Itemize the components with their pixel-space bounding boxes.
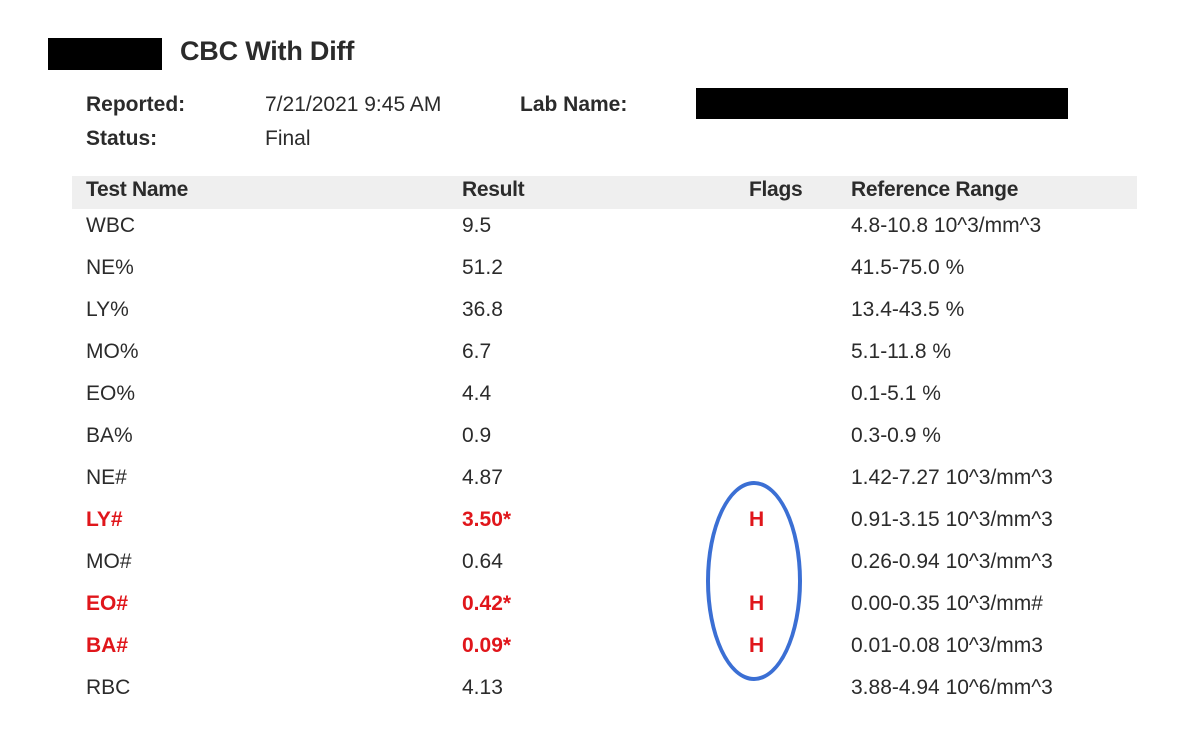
header-flags: Flags bbox=[749, 178, 803, 201]
reference-range: 5.1-11.8 % bbox=[851, 340, 952, 363]
table-row: NE% 51.2 41.5-75.0 % bbox=[0, 256, 1200, 298]
test-result: 51.2 bbox=[462, 256, 503, 279]
test-name: LY# bbox=[86, 508, 123, 531]
reference-range: 41.5-75.0 % bbox=[851, 256, 965, 279]
report-title: CBC With Diff bbox=[180, 36, 355, 66]
reference-range: 3.88-4.94 10^6/mm^3 bbox=[851, 676, 1053, 699]
table-row: NE# 4.87 1.42-7.27 10^3/mm^3 bbox=[0, 466, 1200, 508]
table-row: BA% 0.9 0.3-0.9 % bbox=[0, 424, 1200, 466]
test-result: 3.50* bbox=[462, 508, 512, 531]
test-name: RBC bbox=[86, 676, 131, 699]
test-result: 9.5 bbox=[462, 214, 492, 237]
test-name: WBC bbox=[86, 214, 135, 237]
test-name: BA# bbox=[86, 634, 129, 657]
reference-range: 0.01-0.08 10^3/mm3 bbox=[851, 634, 1043, 657]
reference-range: 0.26-0.94 10^3/mm^3 bbox=[851, 550, 1053, 573]
test-result: 4.4 bbox=[462, 382, 492, 405]
table-row: MO# 0.64 0.26-0.94 10^3/mm^3 bbox=[0, 550, 1200, 592]
lab-name-label: Lab Name: bbox=[520, 93, 628, 116]
test-name: MO% bbox=[86, 340, 139, 363]
reference-range: 0.1-5.1 % bbox=[851, 382, 941, 405]
table-row-flagged: LY# 3.50* H 0.91-3.15 10^3/mm^3 bbox=[0, 508, 1200, 550]
test-result: 6.7 bbox=[462, 340, 492, 363]
table-row-flagged: EO# 0.42* H 0.00-0.35 10^3/mm# bbox=[0, 592, 1200, 634]
header-reference-range: Reference Range bbox=[851, 178, 1019, 201]
reference-range: 1.42-7.27 10^3/mm^3 bbox=[851, 466, 1053, 489]
table-row: RBC 4.13 3.88-4.94 10^6/mm^3 bbox=[0, 676, 1200, 718]
test-name: NE# bbox=[86, 466, 127, 489]
table-row: LY% 36.8 13.4-43.5 % bbox=[0, 298, 1200, 340]
annotation-ellipse-high-flags bbox=[706, 481, 802, 681]
test-result: 0.64 bbox=[462, 550, 503, 573]
table-row-flagged: BA# 0.09* H 0.01-0.08 10^3/mm3 bbox=[0, 634, 1200, 676]
test-name: EO# bbox=[86, 592, 129, 615]
redacted-block-title bbox=[48, 38, 162, 70]
test-result: 0.9 bbox=[462, 424, 492, 447]
test-name: EO% bbox=[86, 382, 136, 405]
table-row: WBC 9.5 4.8-10.8 10^3/mm^3 bbox=[0, 214, 1200, 256]
status-label: Status: bbox=[86, 127, 158, 150]
test-name: MO# bbox=[86, 550, 132, 573]
table-row: EO% 4.4 0.1-5.1 % bbox=[0, 382, 1200, 424]
test-name: NE% bbox=[86, 256, 134, 279]
status-value: Final bbox=[265, 127, 311, 150]
redacted-lab-name bbox=[696, 88, 1068, 119]
test-result: 0.09* bbox=[462, 634, 512, 657]
reference-range: 13.4-43.5 % bbox=[851, 298, 965, 321]
test-result: 0.42* bbox=[462, 592, 512, 615]
reference-range: 0.3-0.9 % bbox=[851, 424, 941, 447]
reference-range: 0.00-0.35 10^3/mm# bbox=[851, 592, 1043, 615]
test-result: 4.87 bbox=[462, 466, 503, 489]
header-test-name: Test Name bbox=[86, 178, 188, 201]
test-name: LY% bbox=[86, 298, 129, 321]
table-row: MO% 6.7 5.1-11.8 % bbox=[0, 340, 1200, 382]
reference-range: 4.8-10.8 10^3/mm^3 bbox=[851, 214, 1042, 237]
reported-value: 7/21/2021 9:45 AM bbox=[265, 93, 442, 116]
test-result: 4.13 bbox=[462, 676, 503, 699]
reference-range: 0.91-3.15 10^3/mm^3 bbox=[851, 508, 1053, 531]
test-name: BA% bbox=[86, 424, 133, 447]
reported-label: Reported: bbox=[86, 93, 186, 116]
test-result: 36.8 bbox=[462, 298, 503, 321]
header-result: Result bbox=[462, 178, 525, 201]
